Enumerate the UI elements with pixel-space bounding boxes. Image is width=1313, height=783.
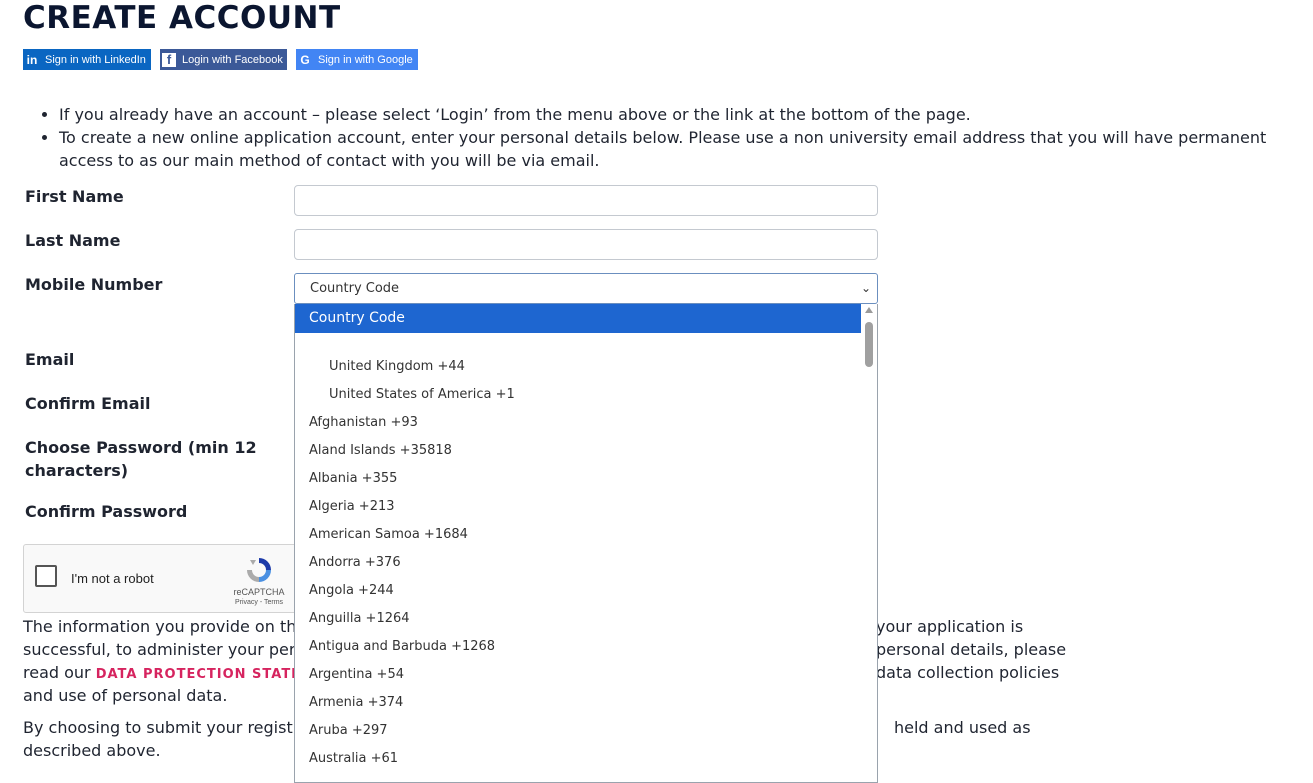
submit-paragraph-line: By choosing to submit your registr held …: [23, 716, 1031, 739]
dropdown-scrollbar[interactable]: [861, 304, 877, 782]
linkedin-label: Sign in with LinkedIn: [45, 53, 146, 66]
paragraph-text: By choosing to submit your registr: [23, 718, 300, 737]
info-item: To create a new online application accou…: [59, 126, 1309, 172]
country-code-dropdown[interactable]: Country Code United Kingdom +44 United S…: [294, 304, 878, 783]
dropdown-option-selected[interactable]: Country Code: [295, 304, 862, 333]
last-name-input[interactable]: [294, 229, 878, 260]
dropdown-option[interactable]: United States of America +1: [295, 381, 862, 409]
data-protection-link[interactable]: DATA PROTECTION STATEM: [96, 667, 315, 682]
recaptcha-checkbox[interactable]: [35, 565, 57, 587]
confirm-password-label: Confirm Password: [25, 502, 188, 521]
linkedin-signin-button[interactable]: in Sign in with LinkedIn: [23, 49, 151, 70]
facebook-login-button[interactable]: f Login with Facebook: [160, 49, 287, 70]
paragraph-text: successful, to administer your per: [23, 640, 296, 659]
country-code-value: Country Code: [310, 281, 400, 296]
dropdown-option[interactable]: Australia +61: [295, 745, 862, 773]
first-name-input[interactable]: [294, 185, 878, 216]
password-label-line1: Choose Password (min 12: [25, 438, 257, 457]
google-signin-button[interactable]: G Sign in with Google: [296, 49, 418, 70]
country-code-select[interactable]: Country Code ⌄: [294, 273, 878, 304]
dropdown-option[interactable]: Aland Islands +35818: [295, 437, 862, 465]
mobile-number-label: Mobile Number: [25, 275, 163, 294]
dropdown-option[interactable]: Angola +244: [295, 577, 862, 605]
paragraph-text: and use of personal data.: [23, 686, 228, 705]
privacy-paragraph-line: The information you provide on th your a…: [23, 615, 1023, 638]
info-item: If you already have an account – please …: [59, 103, 1309, 126]
email-label: Email: [25, 350, 75, 369]
recaptcha-brand: reCAPTCHA: [233, 587, 285, 597]
last-name-label: Last Name: [25, 231, 121, 250]
dropdown-option[interactable]: Armenia +374: [295, 689, 862, 717]
page-title: CREATE ACCOUNT: [23, 0, 341, 36]
dropdown-option[interactable]: United Kingdom +44: [295, 353, 862, 381]
dropdown-option[interactable]: Andorra +376: [295, 549, 862, 577]
paragraph-text: personal details, please: [876, 640, 1067, 659]
paragraph-text: read our: [23, 663, 91, 682]
dropdown-option[interactable]: Argentina +54: [295, 661, 862, 689]
dropdown-option[interactable]: Algeria +213: [295, 493, 862, 521]
confirm-email-label: Confirm Email: [25, 394, 151, 413]
paragraph-text: The information you provide on th: [23, 617, 297, 636]
dropdown-option[interactable]: Afghanistan +93: [295, 409, 862, 437]
dropdown-option[interactable]: Albania +355: [295, 465, 862, 493]
password-label: Choose Password (min 12 characters): [25, 436, 257, 482]
facebook-label: Login with Facebook: [182, 53, 283, 66]
first-name-label: First Name: [25, 187, 124, 206]
password-label-line2: characters): [25, 461, 129, 480]
linkedin-icon: in: [26, 52, 38, 67]
privacy-paragraph-line: read our DATA PROTECTION STATEM data col…: [23, 661, 1059, 686]
google-icon: G: [300, 52, 310, 67]
recaptcha-terms-link[interactable]: Privacy - Terms: [229, 599, 289, 606]
dropdown-option[interactable]: American Samoa +1684: [295, 521, 862, 549]
paragraph-text: data collection policies: [876, 663, 1060, 682]
paragraph-text: held and used as: [894, 718, 1031, 737]
dropdown-option[interactable]: Anguilla +1264: [295, 605, 862, 633]
paragraph-text: your application is: [876, 617, 1024, 636]
dropdown-option[interactable]: Aruba +297: [295, 717, 862, 745]
privacy-paragraph-line: successful, to administer your per perso…: [23, 638, 1066, 661]
facebook-icon: f: [160, 49, 178, 70]
scrollbar-thumb[interactable]: [865, 322, 873, 367]
recaptcha-icon: [247, 558, 271, 582]
info-list: If you already have an account – please …: [39, 103, 1309, 172]
recaptcha-label: I'm not a robot: [71, 571, 154, 586]
paragraph-text: described above.: [23, 741, 161, 760]
recaptcha-widget: I'm not a robot reCAPTCHA Privacy - Term…: [23, 544, 303, 613]
scroll-up-arrow-icon[interactable]: [865, 307, 873, 313]
chevron-down-icon: ⌄: [860, 281, 871, 295]
dropdown-option[interactable]: Antigua and Barbuda +1268: [295, 633, 862, 661]
google-label: Sign in with Google: [318, 53, 413, 66]
